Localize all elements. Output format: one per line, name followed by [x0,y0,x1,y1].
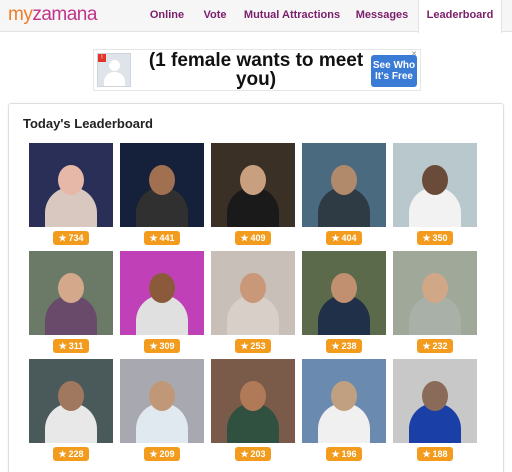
member-score-badge: ★ 253 [235,339,271,353]
score-value: 734 [68,233,84,243]
member-score-badge: ★ 311 [53,339,89,353]
nav-vote[interactable]: Vote [196,0,234,32]
score-value: 196 [341,449,357,459]
member-score-badge: ★ 203 [235,447,271,461]
member-score-badge: ★ 228 [53,447,89,461]
member-photo[interactable] [29,359,113,443]
member-photo[interactable] [120,251,204,335]
score-value: 404 [341,233,357,243]
photo-face [422,273,448,303]
member-score-badge: ★ 409 [235,231,271,245]
score-value: 441 [159,233,175,243]
member-score-badge: ★ 404 [326,231,362,245]
photo-face [422,381,448,411]
page: myzamana Online Vote Mutual Attractions … [0,0,512,472]
score-value: 311 [68,341,84,351]
star-icon: ★ [331,341,340,351]
photo-face [331,165,357,195]
member-photo[interactable] [393,359,477,443]
nav-messages[interactable]: Messages [350,0,414,32]
ad-close-icon[interactable]: ✕ [408,50,420,60]
score-value: 350 [432,233,448,243]
member-photo[interactable] [120,143,204,227]
member-photo[interactable] [393,143,477,227]
photo-face [240,381,266,411]
member-photo[interactable] [120,359,204,443]
member-score-badge: ★ 188 [417,447,453,461]
star-icon: ★ [331,449,340,459]
nav-mutual-attractions[interactable]: Mutual Attractions [240,0,344,32]
score-value: 253 [250,341,266,351]
member-score-badge: ★ 238 [326,339,362,353]
photo-face [240,165,266,195]
member-photo[interactable] [29,251,113,335]
photo-face [149,165,175,195]
top-nav-bar: myzamana Online Vote Mutual Attractions … [0,0,512,33]
leaderboard-title: Today's Leaderboard [23,116,153,131]
star-icon: ★ [58,233,67,243]
member-score-badge: ★ 734 [53,231,89,245]
member-photo[interactable] [211,143,295,227]
photo-face [331,381,357,411]
star-icon: ★ [149,233,158,243]
member-score-badge: ★ 196 [326,447,362,461]
score-value: 309 [159,341,175,351]
star-icon: ★ [422,341,431,351]
photo-face [149,381,175,411]
ad-profile-placeholder: ! [97,53,131,87]
myzamana-logo[interactable]: myzamana [8,4,97,26]
member-score-badge: ★ 232 [417,339,453,353]
star-icon: ★ [149,449,158,459]
photo-face [58,381,84,411]
member-photo[interactable] [211,359,295,443]
member-photo[interactable] [211,251,295,335]
score-value: 209 [159,449,175,459]
star-icon: ★ [422,449,431,459]
score-value: 238 [341,341,357,351]
ad-banner[interactable]: ! (1 female wants to meet you) See Who I… [93,49,421,91]
member-photo[interactable] [302,251,386,335]
logo-zamana: zamana [32,4,97,25]
member-photo[interactable] [29,143,113,227]
member-score-badge: ★ 309 [144,339,180,353]
star-icon: ★ [240,233,249,243]
photo-face [149,273,175,303]
score-value: 203 [250,449,266,459]
photo-face [331,273,357,303]
nav-online[interactable]: Online [140,0,194,32]
score-value: 409 [250,233,266,243]
ad-headline: (1 female wants to meet you) [148,50,364,90]
score-value: 188 [432,449,448,459]
member-score-badge: ★ 441 [144,231,180,245]
star-icon: ★ [240,449,249,459]
star-icon: ★ [240,341,249,351]
member-photo[interactable] [302,359,386,443]
logo-my: my [8,4,33,25]
star-icon: ★ [149,341,158,351]
nav-leaderboard[interactable]: Leaderboard [418,0,502,33]
member-photo[interactable] [302,143,386,227]
member-photo[interactable] [393,251,477,335]
star-icon: ★ [331,233,340,243]
photo-face [422,165,448,195]
photo-face [58,165,84,195]
star-icon: ★ [422,233,431,243]
score-value: 232 [432,341,448,351]
star-icon: ★ [58,341,67,351]
star-icon: ★ [58,449,67,459]
member-score-badge: ★ 350 [417,231,453,245]
score-value: 228 [68,449,84,459]
member-score-badge: ★ 209 [144,447,180,461]
photo-face [58,273,84,303]
ad-notification-icon: ! [98,54,106,62]
photo-face [240,273,266,303]
